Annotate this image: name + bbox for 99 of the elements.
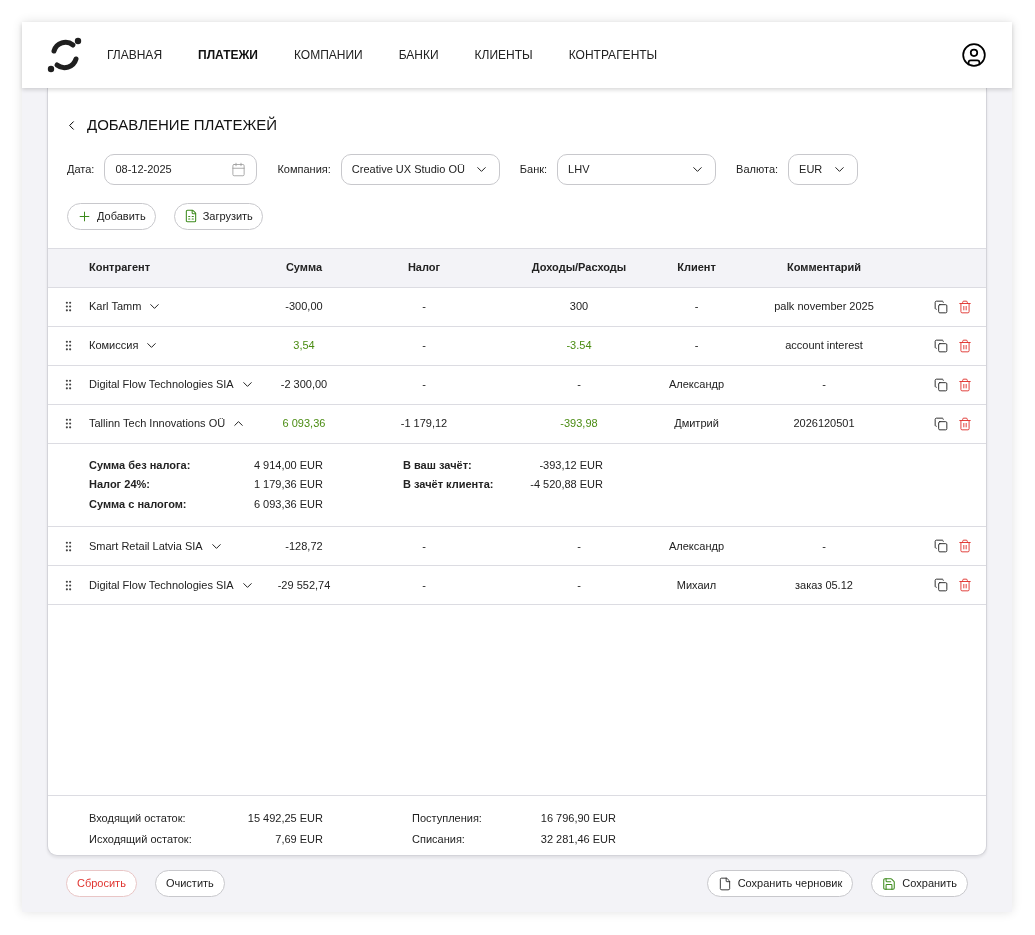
trash-icon[interactable] [958, 377, 972, 392]
comment-cell-text: заказ 05.12 [794, 577, 854, 593]
reset-button[interactable]: Сбросить [66, 870, 137, 897]
logo-icon [47, 37, 83, 73]
page-title: ДОБАВЛЕНИЕ ПЛАТЕЖЕЙ [87, 115, 278, 135]
tax-cell-text: - [421, 577, 427, 593]
field-label: Банк: [519, 161, 548, 177]
income-expense-cell-text: 300 [568, 299, 590, 315]
copy-icon[interactable] [934, 377, 948, 392]
copy-icon[interactable] [934, 539, 948, 553]
counterparty-name: Karl Tamm [89, 299, 142, 315]
summary-value: 15 492,25 EUR [246, 811, 323, 826]
comment-cell-text: 2026120501 [792, 416, 856, 432]
nav-link[interactable]: КЛИЕНТЫ [474, 46, 533, 64]
client-cell-text: - [693, 299, 700, 315]
client-cell-text: Михаил [675, 577, 718, 593]
column-header: Клиент [676, 260, 717, 276]
detail-label: Сумма без налога: [89, 457, 192, 473]
copy-icon[interactable] [934, 416, 948, 431]
add-button[interactable]: Добавить [67, 202, 156, 230]
plus-icon [77, 208, 92, 224]
client-cell-text: - [693, 338, 700, 354]
field-label: Дата: [67, 161, 95, 177]
select-field[interactable]: Creative UX Studio OÜ [340, 153, 500, 185]
summary-label: Поступления: [412, 811, 483, 826]
spreadsheet-icon [183, 209, 198, 223]
summary-label: Списания: [412, 831, 466, 847]
trash-icon[interactable] [958, 578, 972, 592]
summary-label: Входящий остаток: [89, 811, 187, 826]
field-label: Компания: [277, 161, 331, 177]
nav-link[interactable]: ГЛАВНАЯ [107, 46, 163, 64]
comment-cell-text: - [821, 538, 827, 554]
sum-cell-text: -2 300,00 [279, 377, 329, 393]
income-expense-cell-text: - [576, 577, 582, 593]
sum-cell-text: -300,00 [284, 299, 324, 315]
comment-cell-text: palk november 2025 [773, 299, 875, 315]
sum-cell-text: -29 552,74 [276, 577, 332, 593]
column-header: Доходы/Расходы [530, 260, 628, 276]
column-header: Комментарий [785, 260, 863, 276]
counterparty-name: Digital Flow Technologies SIA [89, 377, 234, 393]
detail-value: -4 520,88 EUR [529, 477, 603, 492]
select-field[interactable]: EUR [788, 153, 859, 185]
select-field[interactable]: LHV [557, 153, 717, 185]
client-cell-text: Александр [667, 377, 725, 393]
draft-button[interactable]: Сохранить черновик [706, 870, 854, 897]
nav-link[interactable]: КОНТРАГЕНТЫ [568, 46, 658, 64]
trash-icon[interactable] [958, 338, 972, 353]
copy-icon[interactable] [934, 338, 948, 353]
date-field[interactable]: 08-12-2025 [104, 153, 258, 185]
copy-icon[interactable] [934, 578, 948, 592]
nav-link[interactable]: БАНКИ [398, 46, 439, 64]
nav-link[interactable]: ПЛАТЕЖИ [198, 46, 258, 64]
trash-icon[interactable] [958, 299, 972, 314]
summary-label: Исходящий остаток: [89, 831, 193, 847]
copy-icon[interactable] [934, 299, 948, 314]
client-cell-text: Дмитрий [673, 416, 720, 432]
counterparty-name: Digital Flow Technologies SIA [89, 577, 234, 593]
detail-label: В зачёт клиента: [403, 477, 495, 492]
clear-button[interactable]: Очистить [154, 870, 225, 897]
income-expense-cell-text: - [576, 538, 582, 554]
counterparty-name: Smart Retail Latvia SIA [89, 538, 203, 554]
tax-cell-text: - [421, 377, 427, 393]
detail-label: Сумма с налогом: [89, 496, 188, 512]
save-button[interactable]: Сохранить [871, 870, 968, 897]
field-label: Валюта: [736, 161, 779, 177]
trash-icon[interactable] [958, 416, 972, 431]
detail-label: В ваш зачёт: [403, 457, 473, 473]
tax-cell-text: - [421, 338, 427, 354]
column-header: Налог [406, 260, 442, 276]
tax-cell-text: -1 179,12 [399, 416, 449, 432]
calendar-icon [231, 161, 247, 177]
sum-cell-text: 3,54 [292, 338, 316, 354]
trash-icon[interactable] [958, 539, 972, 553]
summary-value: 7,69 EUR [274, 831, 323, 847]
client-cell-text: Александр [667, 538, 725, 554]
column-header: Контрагент [89, 260, 152, 276]
tax-cell-text: - [421, 538, 427, 554]
column-header: Сумма [284, 260, 324, 276]
comment-cell-text: - [821, 377, 827, 393]
counterparty-name: Комиссия [89, 338, 139, 354]
summary-value: 32 281,46 EUR [539, 831, 616, 847]
detail-label: Налог 24%: [89, 477, 151, 492]
nav-link[interactable]: КОМПАНИИ [293, 46, 363, 64]
income-expense-cell-text: -3.54 [565, 338, 593, 354]
detail-value: 4 914,00 EUR [252, 457, 323, 473]
comment-cell-text: account interest [784, 338, 864, 354]
sum-cell-text: -128,72 [284, 538, 324, 554]
counterparty-name: Tallinn Tech Innovations OÜ [89, 416, 226, 432]
detail-value: 1 179,36 EUR [252, 477, 323, 492]
summary-value: 16 796,90 EUR [539, 811, 616, 826]
sum-cell-text: 6 093,36 [281, 416, 327, 432]
income-expense-cell-text: - [576, 377, 582, 393]
detail-value: -393,12 EUR [538, 457, 603, 473]
detail-value: 6 093,36 EUR [252, 496, 323, 512]
tax-cell-text: - [421, 299, 427, 315]
upload-button[interactable]: Загрузить [173, 202, 263, 230]
document-icon [717, 876, 732, 891]
income-expense-cell-text: -393,98 [559, 416, 599, 432]
user-account-icon[interactable] [961, 42, 987, 68]
